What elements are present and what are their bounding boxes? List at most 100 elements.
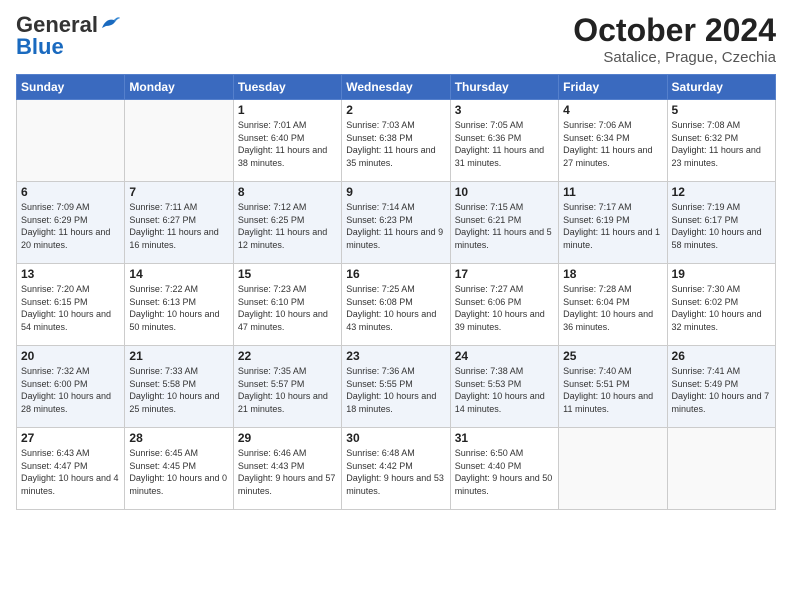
calendar-week-row: 20Sunrise: 7:32 AM Sunset: 6:00 PM Dayli… [17,346,776,428]
day-number: 22 [238,349,337,363]
calendar-cell: 17 Sunrise: 7:27 AM Sunset: 6:06 PM Dayli… [450,264,558,346]
day-number: 15 [238,267,337,281]
day-number: 14 [129,267,228,281]
day-info: Sunrise: 7:12 AM Sunset: 6:25 PM Dayligh… [238,201,337,251]
calendar-week-row: 6 Sunrise: 7:09 AM Sunset: 6:29 PM Daylig… [17,182,776,264]
calendar-cell: 4 Sunrise: 7:06 AM Sunset: 6:34 PM Daylig… [559,100,667,182]
day-info: Sunrise: 7:08 AM Sunset: 6:32 PM Dayligh… [672,119,771,169]
calendar-cell: 27Sunrise: 6:43 AM Sunset: 4:47 PM Dayli… [17,428,125,510]
calendar-cell: 15 Sunrise: 7:23 AM Sunset: 6:10 PM Dayli… [233,264,341,346]
day-number: 6 [21,185,120,199]
weekday-header-row: SundayMondayTuesdayWednesdayThursdayFrid… [17,75,776,100]
day-number: 12 [672,185,771,199]
calendar-cell: 14 Sunrise: 7:22 AM Sunset: 6:13 PM Dayli… [125,264,233,346]
day-number: 5 [672,103,771,117]
day-info: Sunrise: 7:11 AM Sunset: 6:27 PM Dayligh… [129,201,228,251]
calendar-cell: 10 Sunrise: 7:15 AM Sunset: 6:21 PM Dayli… [450,182,558,264]
calendar: SundayMondayTuesdayWednesdayThursdayFrid… [16,74,776,510]
day-number: 7 [129,185,228,199]
day-info: Sunrise: 7:27 AM Sunset: 6:06 PM Dayligh… [455,283,554,333]
calendar-cell: 12 Sunrise: 7:19 AM Sunset: 6:17 PM Dayli… [667,182,775,264]
day-number: 19 [672,267,771,281]
calendar-week-row: 1Sunrise: 7:01 AM Sunset: 6:40 PM Daylig… [17,100,776,182]
day-number: 8 [238,185,337,199]
day-info: Sunrise: 7:32 AM Sunset: 6:00 PM Dayligh… [21,365,120,415]
day-number: 16 [346,267,445,281]
location: Satalice, Prague, Czechia [573,49,776,66]
calendar-cell: 9 Sunrise: 7:14 AM Sunset: 6:23 PM Daylig… [342,182,450,264]
calendar-cell: 26 Sunrise: 7:41 AM Sunset: 5:49 PM Dayli… [667,346,775,428]
day-number: 13 [21,267,120,281]
calendar-cell: 2 Sunrise: 7:03 AM Sunset: 6:38 PM Daylig… [342,100,450,182]
day-info: Sunrise: 7:05 AM Sunset: 6:36 PM Dayligh… [455,119,554,169]
title-area: October 2024 Satalice, Prague, Czechia [573,12,776,66]
day-number: 31 [455,431,554,445]
calendar-cell: 30 Sunrise: 6:48 AM Sunset: 4:42 PM Dayli… [342,428,450,510]
day-info: Sunrise: 7:41 AM Sunset: 5:49 PM Dayligh… [672,365,771,415]
day-info: Sunrise: 7:38 AM Sunset: 5:53 PM Dayligh… [455,365,554,415]
day-number: 11 [563,185,662,199]
day-number: 4 [563,103,662,117]
day-info: Sunrise: 7:09 AM Sunset: 6:29 PM Dayligh… [21,201,120,251]
calendar-cell: 18 Sunrise: 7:28 AM Sunset: 6:04 PM Dayli… [559,264,667,346]
calendar-cell: 3 Sunrise: 7:05 AM Sunset: 6:36 PM Daylig… [450,100,558,182]
logo-bird-icon [100,14,122,32]
calendar-cell: 7 Sunrise: 7:11 AM Sunset: 6:27 PM Daylig… [125,182,233,264]
weekday-header: Wednesday [342,75,450,100]
calendar-cell: 29Sunrise: 6:46 AM Sunset: 4:43 PM Dayli… [233,428,341,510]
day-number: 23 [346,349,445,363]
calendar-cell: 21 Sunrise: 7:33 AM Sunset: 5:58 PM Dayli… [125,346,233,428]
day-info: Sunrise: 7:40 AM Sunset: 5:51 PM Dayligh… [563,365,662,415]
calendar-cell: 11Sunrise: 7:17 AM Sunset: 6:19 PM Dayli… [559,182,667,264]
calendar-cell: 20Sunrise: 7:32 AM Sunset: 6:00 PM Dayli… [17,346,125,428]
calendar-cell: 16Sunrise: 7:25 AM Sunset: 6:08 PM Dayli… [342,264,450,346]
calendar-cell: 25 Sunrise: 7:40 AM Sunset: 5:51 PM Dayli… [559,346,667,428]
calendar-week-row: 27Sunrise: 6:43 AM Sunset: 4:47 PM Dayli… [17,428,776,510]
calendar-week-row: 13 Sunrise: 7:20 AM Sunset: 6:15 PM Dayli… [17,264,776,346]
day-info: Sunrise: 7:23 AM Sunset: 6:10 PM Dayligh… [238,283,337,333]
day-info: Sunrise: 6:48 AM Sunset: 4:42 PM Dayligh… [346,447,445,497]
day-number: 17 [455,267,554,281]
month-title: October 2024 [573,12,776,49]
calendar-cell [17,100,125,182]
weekday-header: Tuesday [233,75,341,100]
day-number: 24 [455,349,554,363]
day-number: 10 [455,185,554,199]
day-number: 9 [346,185,445,199]
day-info: Sunrise: 7:15 AM Sunset: 6:21 PM Dayligh… [455,201,554,251]
calendar-cell [667,428,775,510]
day-info: Sunrise: 7:19 AM Sunset: 6:17 PM Dayligh… [672,201,771,251]
day-info: Sunrise: 7:35 AM Sunset: 5:57 PM Dayligh… [238,365,337,415]
calendar-cell: 6 Sunrise: 7:09 AM Sunset: 6:29 PM Daylig… [17,182,125,264]
logo: General Blue [16,12,122,60]
day-info: Sunrise: 7:22 AM Sunset: 6:13 PM Dayligh… [129,283,228,333]
day-info: Sunrise: 6:43 AM Sunset: 4:47 PM Dayligh… [21,447,120,497]
calendar-cell: 8 Sunrise: 7:12 AM Sunset: 6:25 PM Daylig… [233,182,341,264]
day-info: Sunrise: 7:14 AM Sunset: 6:23 PM Dayligh… [346,201,445,251]
calendar-cell: 24 Sunrise: 7:38 AM Sunset: 5:53 PM Dayli… [450,346,558,428]
day-number: 25 [563,349,662,363]
day-info: Sunrise: 7:20 AM Sunset: 6:15 PM Dayligh… [21,283,120,333]
calendar-cell [125,100,233,182]
day-info: Sunrise: 7:33 AM Sunset: 5:58 PM Dayligh… [129,365,228,415]
day-info: Sunrise: 7:06 AM Sunset: 6:34 PM Dayligh… [563,119,662,169]
day-number: 18 [563,267,662,281]
day-number: 30 [346,431,445,445]
weekday-header: Thursday [450,75,558,100]
calendar-cell: 22 Sunrise: 7:35 AM Sunset: 5:57 PM Dayli… [233,346,341,428]
day-number: 2 [346,103,445,117]
page: General Blue October 2024 Satalice, Prag… [0,0,792,612]
calendar-cell: 28Sunrise: 6:45 AM Sunset: 4:45 PM Dayli… [125,428,233,510]
calendar-cell: 31Sunrise: 6:50 AM Sunset: 4:40 PM Dayli… [450,428,558,510]
day-info: Sunrise: 7:28 AM Sunset: 6:04 PM Dayligh… [563,283,662,333]
calendar-cell: 13 Sunrise: 7:20 AM Sunset: 6:15 PM Dayli… [17,264,125,346]
day-number: 26 [672,349,771,363]
day-number: 21 [129,349,228,363]
weekday-header: Monday [125,75,233,100]
day-info: Sunrise: 7:36 AM Sunset: 5:55 PM Dayligh… [346,365,445,415]
day-info: Sunrise: 7:03 AM Sunset: 6:38 PM Dayligh… [346,119,445,169]
day-info: Sunrise: 6:45 AM Sunset: 4:45 PM Dayligh… [129,447,228,497]
weekday-header: Sunday [17,75,125,100]
header: General Blue October 2024 Satalice, Prag… [16,12,776,66]
day-number: 3 [455,103,554,117]
